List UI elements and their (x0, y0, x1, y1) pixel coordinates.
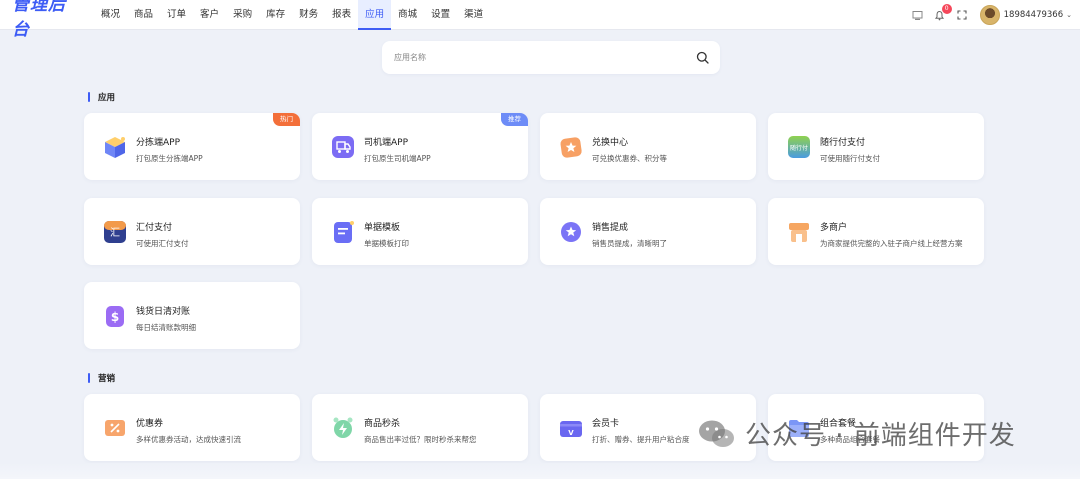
chevron-down-icon[interactable]: ⌄ (1066, 11, 1072, 19)
card-description: 打折、赠券、提升用户粘合度 (592, 435, 690, 444)
card-name: 单据模板 (364, 223, 401, 233)
svg-text:$: $ (111, 310, 119, 324)
nav-item-purchase[interactable]: 采购 (226, 0, 259, 30)
document-icon (334, 221, 354, 243)
store-icon (789, 223, 809, 242)
hot-tag: 热门 (273, 113, 300, 126)
huifu-icon: 汇 (104, 221, 126, 243)
svg-text:随行付: 随行付 (790, 144, 808, 152)
dollar-icon: $ (106, 306, 124, 327)
section-title-apps: 应用 (88, 91, 115, 103)
app-card-huifu-pay[interactable]: 汇 汇付支付 可使用汇付支付 (84, 198, 300, 265)
app-card-multi-merchant[interactable]: 多商户 为商家提供完整的入驻子商户线上经营方案 (768, 198, 984, 265)
section-title-marketing: 营销 (88, 372, 115, 384)
card-description: 可使用随行付支付 (820, 154, 880, 163)
card-name: 汇付支付 (136, 223, 173, 233)
section-marker (88, 373, 90, 383)
recommend-tag: 推荐 (501, 113, 528, 126)
alarm-icon (333, 417, 353, 438)
coupon-icon (105, 420, 125, 436)
card-description: 可使用汇付支付 (136, 239, 189, 248)
svg-text:V: V (568, 429, 574, 437)
card-name: 司机端APP (364, 138, 409, 148)
card-name: 分拣端APP (136, 138, 181, 148)
search-input[interactable] (394, 53, 684, 62)
card-name: 会员卡 (592, 419, 620, 429)
header-actions: 0 18984479366 ⌄ (902, 0, 1072, 30)
wechat-icon (699, 420, 734, 447)
card-description: 可兑换优惠券、积分等 (592, 154, 667, 163)
wechat-watermark: 公众号 · 前端组件开发 (697, 415, 1016, 452)
card-name: 优惠券 (136, 419, 164, 429)
app-card-document-template[interactable]: 单据模板 单据模板打印 (312, 198, 528, 265)
card-description: 打包原生分拣端APP (136, 154, 203, 163)
main-nav: 概况 商品 订单 客户 采购 库存 财务 报表 应用 商城 设置 渠道 (94, 0, 490, 30)
card-name: 钱货日清对账 (136, 307, 191, 317)
section-marker (88, 92, 90, 102)
card-name: 随行付支付 (820, 138, 866, 148)
card-name: 兑换中心 (592, 138, 629, 148)
suixingfu-icon: 随行付 (788, 136, 810, 158)
monitor-icon[interactable] (912, 9, 924, 21)
app-logo[interactable]: 管理后台 (12, 0, 82, 40)
card-description: 单据模板打印 (364, 239, 409, 248)
member-card-icon: V (560, 421, 582, 437)
notification-badge: 0 (941, 4, 952, 14)
card-name: 商品秒杀 (364, 419, 401, 429)
card-name: 销售提成 (592, 223, 629, 233)
watermark-text: 公众号 · 前端组件开发 (745, 421, 1016, 451)
svg-text:汇: 汇 (110, 226, 120, 239)
app-card-driver-app[interactable]: 司机端APP 打包原生司机端APP 推荐 (312, 113, 528, 180)
nav-item-customers[interactable]: 客户 (193, 0, 226, 30)
search-icon[interactable] (696, 51, 709, 64)
card-description: 多样优惠券活动，达成快速引流 (136, 435, 241, 444)
card-name: 多商户 (820, 223, 848, 233)
card-description: 销售员提成，清晰明了 (592, 239, 667, 248)
nav-item-reports[interactable]: 报表 (325, 0, 358, 30)
nav-item-apps[interactable]: 应用 (358, 0, 392, 30)
box-icon (105, 137, 125, 158)
section-title-text: 营销 (98, 374, 116, 384)
nav-item-finance[interactable]: 财务 (292, 0, 325, 30)
avatar[interactable] (979, 5, 1000, 25)
page-bottom-edge (0, 463, 1080, 479)
app-search-box (382, 41, 720, 74)
card-description: 每日结清账款明细 (136, 323, 196, 332)
nav-item-settings[interactable]: 设置 (424, 0, 457, 30)
star-folder-icon (560, 137, 582, 158)
fullscreen-icon[interactable] (956, 9, 968, 21)
card-description: 商品售出率过低？限时秒杀来帮您 (364, 435, 477, 444)
app-card-flash-sale[interactable]: 商品秒杀 商品售出率过低？限时秒杀来帮您 (312, 394, 528, 461)
app-card-sales-commission[interactable]: 销售提成 销售员提成，清晰明了 (540, 198, 756, 265)
app-card-coupon[interactable]: 优惠券 多样优惠券活动，达成快速引流 (84, 394, 300, 461)
truck-icon (332, 136, 354, 158)
top-navigation-bar: 管理后台 概况 商品 订单 客户 采购 库存 财务 报表 应用 商城 设置 渠道… (0, 0, 1080, 40)
app-card-suixingfu-pay[interactable]: 随行付 随行付支付 可使用随行付支付 (768, 113, 984, 180)
section-title-text: 应用 (98, 93, 116, 103)
app-card-sorting-app[interactable]: 分拣端APP 打包原生分拣端APP 热门 (84, 113, 300, 180)
app-card-redeem-center[interactable]: 兑换中心 可兑换优惠券、积分等 (540, 113, 756, 180)
nav-item-orders[interactable]: 订单 (160, 0, 193, 30)
card-description: 为商家提供完整的入驻子商户线上经营方案 (820, 239, 963, 248)
nav-item-channels[interactable]: 渠道 (457, 0, 490, 30)
card-description: 打包原生司机端APP (364, 154, 431, 163)
nav-item-goods[interactable]: 商品 (127, 0, 160, 30)
username[interactable]: 18984479366 (1004, 10, 1064, 20)
nav-item-inventory[interactable]: 库存 (259, 0, 292, 30)
app-card-daily-reconciliation[interactable]: $ 钱货日清对账 每日结清账款明细 (84, 282, 300, 349)
nav-item-overview[interactable]: 概况 (94, 0, 127, 30)
nav-item-mall[interactable]: 商城 (391, 0, 424, 30)
medal-icon (561, 222, 581, 242)
bell-icon[interactable]: 0 (934, 4, 952, 21)
